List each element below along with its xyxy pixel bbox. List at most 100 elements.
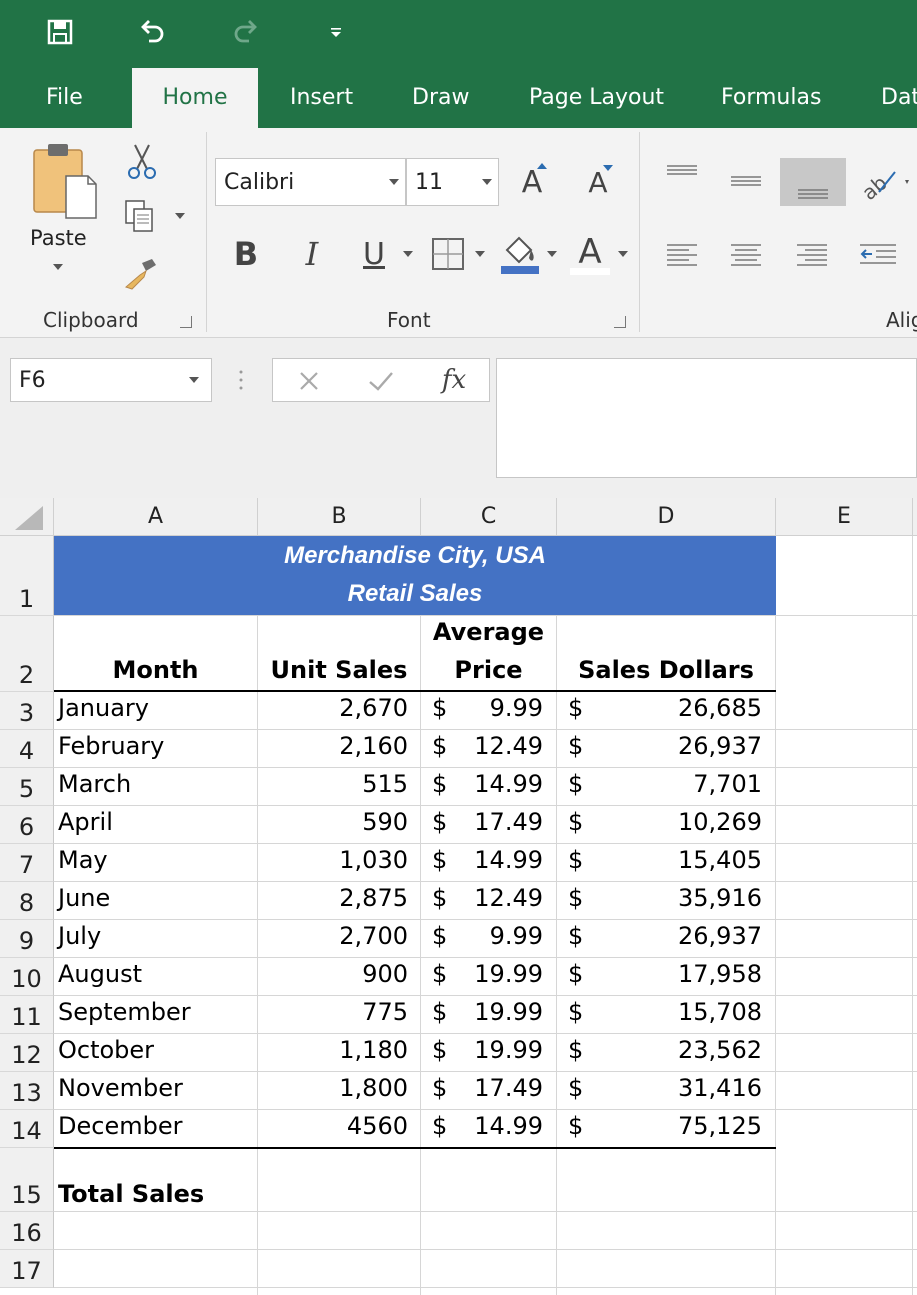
bottom-align-icon[interactable] xyxy=(780,158,846,206)
tab-draw[interactable]: Draw xyxy=(412,68,469,128)
tab-page-layout[interactable]: Page Layout xyxy=(529,68,664,128)
header-month[interactable]: Month xyxy=(54,656,257,684)
cancel-icon[interactable] xyxy=(292,364,326,398)
tab-data[interactable]: Dat xyxy=(881,68,917,128)
borders-icon[interactable] xyxy=(428,234,468,274)
column-header-f[interactable] xyxy=(913,498,917,536)
cell-month[interactable]: January xyxy=(58,694,149,722)
fill-color-icon[interactable] xyxy=(496,232,544,276)
orientation-icon[interactable]: ab xyxy=(856,160,912,204)
row-header-2[interactable]: 2 xyxy=(0,616,54,692)
copy-dropdown-icon[interactable] xyxy=(175,213,185,219)
insert-function-icon[interactable]: fx xyxy=(434,360,474,400)
fill-color-dropdown-icon[interactable] xyxy=(547,251,557,257)
bold-button[interactable]: B xyxy=(228,232,264,276)
cell-average-price[interactable]: 14.99 xyxy=(421,770,543,798)
cell-month[interactable]: October xyxy=(58,1036,154,1064)
cell-sales-dollars[interactable]: 35,916 xyxy=(557,884,762,912)
row-header-7[interactable]: 7 xyxy=(0,844,54,882)
tab-file[interactable]: File xyxy=(46,68,83,128)
header-price[interactable]: Price xyxy=(421,656,556,684)
row-header-11[interactable]: 11 xyxy=(0,996,54,1034)
copy-icon[interactable] xyxy=(118,196,162,236)
row-header-15[interactable]: 15 xyxy=(0,1148,54,1212)
middle-align-icon[interactable] xyxy=(726,166,766,196)
cell-unit-sales[interactable]: 2,670 xyxy=(258,694,408,722)
title-cell[interactable]: Merchandise City, USA Retail Sales xyxy=(54,536,776,615)
cell-sales-dollars[interactable]: 15,405 xyxy=(557,846,762,874)
tab-insert[interactable]: Insert xyxy=(290,68,353,128)
cell-unit-sales[interactable]: 1,800 xyxy=(258,1074,408,1102)
cell-average-price[interactable]: 14.99 xyxy=(421,1112,543,1140)
name-box[interactable]: F6 xyxy=(10,358,212,402)
cell-unit-sales[interactable]: 1,180 xyxy=(258,1036,408,1064)
column-header-d[interactable]: D xyxy=(557,498,776,536)
tab-home[interactable]: Home xyxy=(132,68,258,128)
cell-sales-dollars[interactable]: 31,416 xyxy=(557,1074,762,1102)
customize-qat-icon[interactable] xyxy=(318,14,354,50)
row-header-17[interactable]: 17 xyxy=(0,1250,54,1288)
cell-unit-sales[interactable]: 900 xyxy=(258,960,408,988)
cut-icon[interactable] xyxy=(122,142,162,182)
top-align-icon[interactable] xyxy=(662,158,702,188)
cell-average-price[interactable]: 12.49 xyxy=(421,732,543,760)
align-center-icon[interactable] xyxy=(726,236,766,272)
font-color-dropdown-icon[interactable] xyxy=(618,251,628,257)
font-name-combo[interactable]: Calibri xyxy=(215,158,406,206)
font-size-dropdown-icon[interactable] xyxy=(482,179,492,185)
align-left-icon[interactable] xyxy=(662,236,702,272)
grow-font-button[interactable]: A xyxy=(512,160,552,204)
select-all-corner[interactable] xyxy=(0,498,54,536)
cell-month[interactable]: March xyxy=(58,770,131,798)
cell-average-price[interactable]: 14.99 xyxy=(421,846,543,874)
cell-sales-dollars[interactable]: 26,937 xyxy=(557,922,762,950)
cell-unit-sales[interactable]: 775 xyxy=(258,998,408,1026)
cell-unit-sales[interactable]: 2,875 xyxy=(258,884,408,912)
row-header-6[interactable]: 6 xyxy=(0,806,54,844)
cell-sales-dollars[interactable]: 10,269 xyxy=(557,808,762,836)
cell-unit-sales[interactable]: 2,700 xyxy=(258,922,408,950)
worksheet-grid[interactable]: A B C D E 1 2 3 4 5 6 7 8 9 10 11 12 13 … xyxy=(0,498,917,1295)
cell-average-price[interactable]: 12.49 xyxy=(421,884,543,912)
borders-dropdown-icon[interactable] xyxy=(475,251,485,257)
formula-bar-grip-icon[interactable] xyxy=(238,368,244,392)
cell-month[interactable]: February xyxy=(58,732,164,760)
row-header-1[interactable]: 1 xyxy=(0,536,54,616)
cell-sales-dollars[interactable]: 26,685 xyxy=(557,694,762,722)
font-launcher-icon[interactable] xyxy=(614,316,626,328)
row-header-5[interactable]: 5 xyxy=(0,768,54,806)
cell-average-price[interactable]: 19.99 xyxy=(421,960,543,988)
shrink-font-button[interactable]: A xyxy=(578,160,618,204)
row-header-16[interactable]: 16 xyxy=(0,1212,54,1250)
undo-icon[interactable] xyxy=(134,14,170,50)
tab-formulas[interactable]: Formulas xyxy=(721,68,821,128)
column-header-a[interactable]: A xyxy=(54,498,258,536)
italic-button[interactable]: I xyxy=(294,232,330,276)
cell-month[interactable]: May xyxy=(58,846,108,874)
column-header-c[interactable]: C xyxy=(421,498,557,536)
underline-dropdown-icon[interactable] xyxy=(403,251,413,257)
cell-sales-dollars[interactable]: 23,562 xyxy=(557,1036,762,1064)
enter-icon[interactable] xyxy=(364,364,398,398)
cell-unit-sales[interactable]: 4560 xyxy=(258,1112,408,1140)
row-header-14[interactable]: 14 xyxy=(0,1110,54,1148)
row-header-10[interactable]: 10 xyxy=(0,958,54,996)
row-header-9[interactable]: 9 xyxy=(0,920,54,958)
cell-month[interactable]: August xyxy=(58,960,142,988)
cell-average-price[interactable]: 9.99 xyxy=(421,922,543,950)
row-header-4[interactable]: 4 xyxy=(0,730,54,768)
formula-input[interactable] xyxy=(496,358,917,478)
cell-average-price[interactable]: 19.99 xyxy=(421,1036,543,1064)
cell-sales-dollars[interactable]: 26,937 xyxy=(557,732,762,760)
paste-dropdown-icon[interactable] xyxy=(53,264,63,270)
cell-average-price[interactable]: 19.99 xyxy=(421,998,543,1026)
total-sales-label[interactable]: Total Sales xyxy=(58,1180,204,1208)
row-header-13[interactable]: 13 xyxy=(0,1072,54,1110)
save-icon[interactable] xyxy=(42,14,78,50)
clipboard-launcher-icon[interactable] xyxy=(180,316,192,328)
font-name-dropdown-icon[interactable] xyxy=(389,179,399,185)
cell-sales-dollars[interactable]: 15,708 xyxy=(557,998,762,1026)
cell-unit-sales[interactable]: 590 xyxy=(258,808,408,836)
redo-icon[interactable] xyxy=(228,14,264,50)
column-header-b[interactable]: B xyxy=(258,498,421,536)
